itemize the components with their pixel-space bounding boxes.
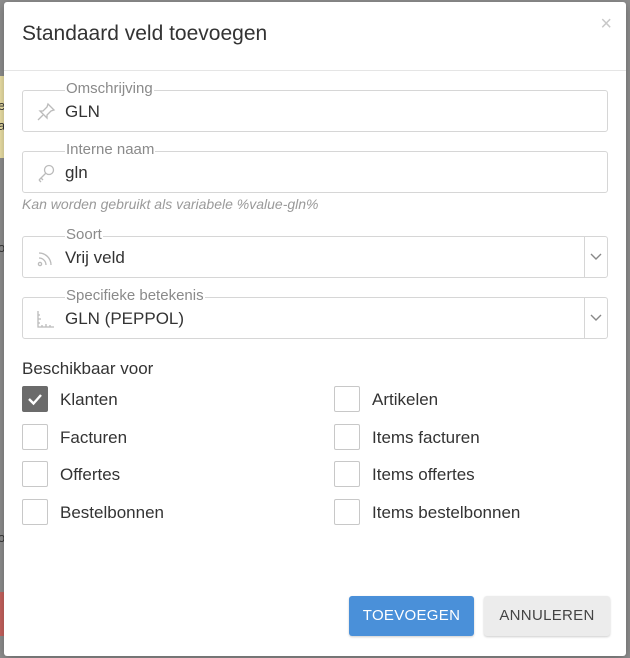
kind-select[interactable]: Soort Vrij veld <box>22 226 608 278</box>
checkbox-box[interactable] <box>22 499 48 525</box>
chevron-down-icon <box>590 253 602 260</box>
select-divider <box>584 298 585 338</box>
kind-label: Soort <box>65 226 103 244</box>
cancel-button[interactable]: ANNULEREN <box>484 596 610 636</box>
internal-name-label: Interne naam <box>65 141 156 159</box>
checkbox-box[interactable] <box>334 461 360 487</box>
select-divider <box>584 237 585 277</box>
rss-icon <box>37 252 52 267</box>
checkbox-label: Klanten <box>60 390 118 409</box>
meaning-select[interactable]: Specifieke betekenis GLN (PEPPOL) <box>22 287 608 339</box>
checkbox-box[interactable] <box>334 499 360 525</box>
availability-title: Beschikbaar voor <box>22 359 154 378</box>
description-label: Omschrijving <box>65 80 154 98</box>
key-icon <box>38 164 55 183</box>
checkbox-label: Artikelen <box>372 390 439 409</box>
description-value: GLN <box>65 102 100 121</box>
add-button[interactable]: TOEVOEGEN <box>349 596 474 636</box>
chevron-down-icon <box>590 314 602 321</box>
checkmark-icon <box>28 394 42 406</box>
add-field-dialog: Standaard veld toevoegen × Omschrijving … <box>4 2 626 656</box>
close-button[interactable]: × <box>600 14 612 34</box>
meaning-value: GLN (PEPPOL) <box>65 309 185 328</box>
dialog-title: Standaard veld toevoegen <box>22 22 268 45</box>
meaning-label: Specifieke betekenis <box>65 287 205 305</box>
checkbox-label: Items bestelbonnen <box>372 503 521 522</box>
checkbox-box[interactable] <box>334 424 360 450</box>
checkbox-label: Facturen <box>60 428 128 447</box>
checkbox-label: Items offertes <box>372 465 475 484</box>
kind-value: Vrij veld <box>65 248 125 267</box>
checkbox-label: Offertes <box>60 465 121 484</box>
pushpin-icon <box>37 102 56 121</box>
checkbox-box[interactable] <box>22 461 48 487</box>
checkbox-label: Items facturen <box>372 428 480 447</box>
variable-hint: Kan worden gebruikt als variabele %value… <box>22 196 319 212</box>
checkbox-box[interactable] <box>334 386 360 412</box>
internal-name-field[interactable]: Interne naam gln <box>22 141 608 193</box>
checkbox-box[interactable] <box>22 386 48 412</box>
ruler-icon <box>37 311 54 328</box>
internal-name-value: gln <box>65 163 88 182</box>
checkbox-label: Bestelbonnen <box>60 503 164 522</box>
dialog-header: Standaard veld toevoegen × <box>4 2 626 71</box>
checkbox-box[interactable] <box>22 424 48 450</box>
description-field[interactable]: Omschrijving GLN <box>22 80 608 132</box>
